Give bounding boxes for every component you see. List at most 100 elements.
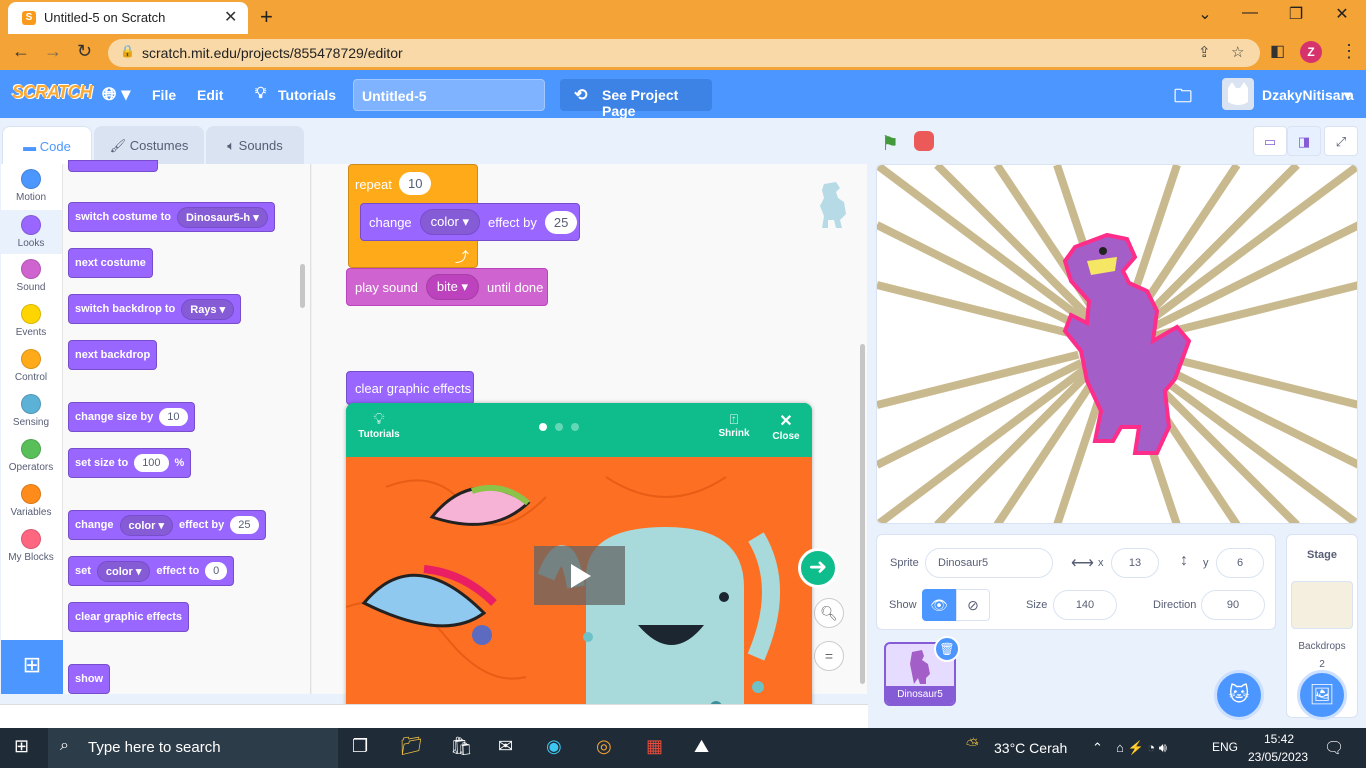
show-visible-eye-icon[interactable]: 👁︎ (922, 589, 956, 621)
username[interactable]: DzakyNitisara (1262, 87, 1354, 103)
step-dot-active[interactable] (539, 423, 547, 431)
tray-network-icons[interactable]: ⌂ ⚡ ◔ 🔊︎ (1116, 740, 1167, 756)
effect-dropdown[interactable]: color ▾ (419, 209, 480, 235)
category-looks[interactable]: Looks (0, 210, 62, 254)
stop-icon[interactable] (914, 131, 934, 151)
choose-backdrop-icon[interactable]: 🖼︎ (1297, 670, 1347, 720)
category-motion[interactable]: Motion (0, 169, 62, 203)
category-operators[interactable]: Operators (0, 439, 62, 473)
zoom-reset-icon[interactable]: = (814, 641, 844, 671)
repeat-count-input[interactable]: 10 (399, 172, 432, 195)
palette-switch-backdrop[interactable]: switch backdrop to Rays ▾ (68, 294, 242, 324)
palette-show[interactable]: show (68, 664, 111, 694)
category-my-blocks[interactable]: My Blocks (0, 529, 62, 563)
tray-chevron-up-icon[interactable]: ⌃ (1092, 740, 1103, 756)
url-field[interactable]: 🔒 scratch.mit.edu/projects/855478729/edi… (108, 39, 1260, 67)
palette-set-size[interactable]: set size to 100% (68, 448, 192, 478)
forward-icon[interactable]: → (44, 41, 62, 62)
tab-sounds[interactable]: 🔈︎ Sounds (206, 126, 304, 164)
small-stage-icon[interactable]: ▭ (1253, 126, 1287, 156)
zoom-in-icon[interactable]: 🔍︎ (814, 598, 844, 628)
tab-costumes[interactable]: 🖌︎ Costumes (94, 126, 204, 164)
step-dot[interactable] (555, 423, 563, 431)
close-card-button[interactable]: ✕ Close (770, 411, 802, 442)
workspace-scrollbar[interactable] (860, 344, 865, 684)
step-dot[interactable] (571, 423, 579, 431)
set-effect-dropdown[interactable]: color ▾ (96, 560, 151, 582)
shrink-button[interactable]: ⍐ Shrink (716, 411, 752, 439)
see-project-page-button[interactable]: ⟲ See Project Page (560, 79, 712, 119)
category-control[interactable]: Control (0, 349, 62, 383)
clear-effects-block[interactable]: clear graphic effects (346, 371, 474, 405)
dinosaur-sprite[interactable] (1057, 231, 1197, 457)
file-explorer-icon[interactable]: 📁︎ (400, 736, 423, 757)
palette-scrollbar[interactable] (300, 264, 305, 308)
category-sound[interactable]: Sound (0, 259, 62, 293)
bookmark-star-icon[interactable]: ☆ (1231, 43, 1244, 61)
stage-canvas[interactable] (876, 164, 1358, 524)
palette-switch-costume[interactable]: switch costume to Dinosaur5-h ▾ (68, 202, 275, 232)
browser-tab[interactable]: S Untitled-5 on Scratch ✕ (8, 2, 248, 34)
language-globe-icon[interactable]: 🌐︎ ▾ (102, 84, 130, 105)
taskbar-search-box[interactable]: ⌕ Type here to search (48, 728, 338, 768)
sprite-name-input[interactable]: Dinosaur5 (925, 548, 1053, 578)
photos-icon[interactable]: ⛰ (694, 736, 709, 757)
backdrop-thumbnail[interactable] (1291, 581, 1353, 629)
palette-block-partial[interactable] (68, 160, 158, 172)
account-chevron-down-icon[interactable]: ▾ (1344, 87, 1351, 104)
close-tab-icon[interactable]: ✕ (224, 7, 237, 27)
chrome-browser-icon[interactable]: ◎ (596, 736, 612, 757)
edit-menu[interactable]: Edit (197, 87, 223, 103)
effect-by-input[interactable]: 25 (230, 516, 259, 534)
palette-set-effect[interactable]: set color ▾ effect to 0 (68, 556, 235, 586)
palette-change-effect[interactable]: change color ▾ effect by 25 (68, 510, 266, 540)
office-app-icon[interactable]: ▦ (646, 736, 663, 757)
costume-dropdown[interactable]: Dinosaur5-h ▾ (176, 206, 268, 228)
maximize-button[interactable]: ❐ (1276, 4, 1316, 24)
delete-sprite-trash-icon[interactable]: 🗑︎ (934, 636, 960, 662)
size-input[interactable]: 140 (1053, 590, 1117, 620)
x-input[interactable]: 13 (1111, 548, 1159, 578)
project-title-input[interactable]: Untitled-5 (353, 79, 545, 111)
sidebar-icon[interactable]: ◧ (1270, 41, 1285, 61)
notifications-icon[interactable]: 🗨︎ (1324, 738, 1344, 758)
normal-stage-icon[interactable]: ◨ (1287, 126, 1321, 156)
windows-start-icon[interactable]: ⊞ (14, 736, 29, 757)
language-indicator[interactable]: ENG (1212, 740, 1238, 754)
category-events[interactable]: Events (0, 304, 62, 338)
tutorials-card-button[interactable]: 💡︎ Tutorials (358, 411, 400, 440)
palette-change-size[interactable]: change size by 10 (68, 402, 195, 432)
back-icon[interactable]: ← (12, 41, 30, 62)
tutorials-menu[interactable]: Tutorials (278, 87, 336, 103)
hide-eye-slash-icon[interactable]: ⊘ (956, 589, 990, 621)
task-view-icon[interactable]: ❐ (352, 736, 368, 757)
palette-next-costume[interactable]: next costume (68, 248, 153, 278)
my-stuff-folder-icon[interactable]: 🗀 (1174, 84, 1192, 114)
change-size-input[interactable]: 10 (159, 408, 188, 426)
palette-clear-effects[interactable]: clear graphic effects (68, 602, 189, 632)
effect-to-input[interactable]: 0 (205, 562, 228, 580)
y-input[interactable]: 6 (1216, 548, 1264, 578)
green-flag-icon[interactable]: ⚑ (881, 131, 899, 156)
fullscreen-icon[interactable]: ⤢ (1324, 126, 1358, 156)
new-tab-button[interactable]: + (260, 4, 273, 30)
set-size-input[interactable]: 100 (134, 454, 169, 472)
user-avatar[interactable] (1222, 78, 1254, 110)
palette-next-backdrop[interactable]: next backdrop (68, 340, 158, 370)
choose-sprite-cat-icon[interactable]: 🐱︎ (1214, 670, 1264, 720)
sound-dropdown[interactable]: bite ▾ (425, 274, 479, 300)
minimize-button[interactable]: — (1230, 4, 1270, 22)
next-step-arrow-icon[interactable]: ➜ (798, 548, 838, 588)
clock-date[interactable]: 23/05/2023 (1248, 750, 1308, 764)
tab-search-icon[interactable]: ⌄ (1185, 4, 1225, 24)
backdrop-dropdown[interactable]: Rays ▾ (181, 298, 235, 320)
play-video-button[interactable] (534, 546, 625, 605)
tab-code[interactable]: ▬ Code (2, 126, 92, 164)
effect-dropdown[interactable]: color ▾ (119, 514, 173, 536)
browser-menu-icon[interactable]: ⋮ (1340, 41, 1358, 62)
clock-time[interactable]: 15:42 (1264, 732, 1294, 746)
reload-icon[interactable]: ↻ (77, 41, 92, 62)
profile-avatar[interactable]: Z (1300, 41, 1322, 63)
play-sound-block[interactable]: play sound bite ▾ until done (346, 268, 548, 306)
weather-text[interactable]: 33°C Cerah (994, 740, 1067, 756)
